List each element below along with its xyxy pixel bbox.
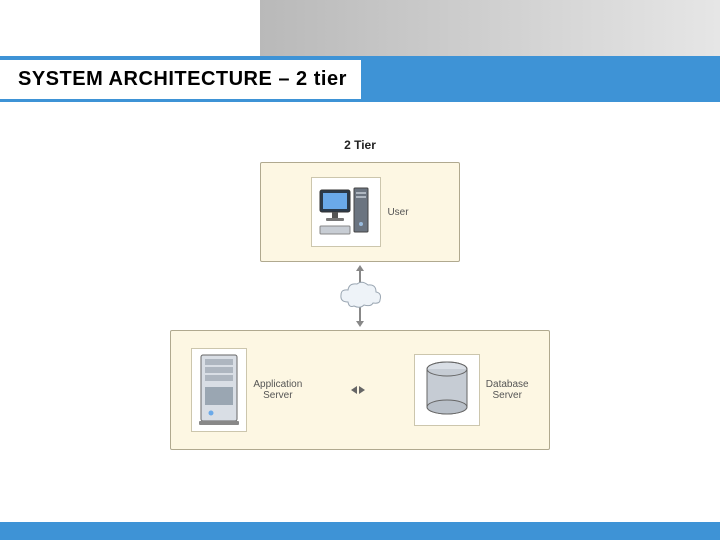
- db-server-group: Database Server: [414, 354, 529, 426]
- bottom-accent-bar: [0, 522, 720, 540]
- client-computer-icon: [311, 177, 381, 247]
- slide-title: SYSTEM ARCHITECTURE – 2 tier: [0, 60, 361, 99]
- top-gradient-bar: [260, 0, 720, 56]
- user-tier-box: User: [260, 162, 460, 262]
- arrow-down-icon: [356, 321, 364, 327]
- horizontal-connector: [351, 386, 365, 394]
- arrow-right-icon: [359, 386, 365, 394]
- app-server-label-line1: Application: [253, 379, 302, 390]
- app-server-group: Application Server: [191, 348, 302, 432]
- db-server-label-line1: Database: [486, 379, 529, 390]
- diagram-heading: 2 Tier: [0, 138, 720, 152]
- db-server-icon: [414, 354, 480, 426]
- app-server-icon: [191, 348, 247, 432]
- user-label: User: [387, 207, 408, 218]
- title-bar: SYSTEM ARCHITECTURE – 2 tier: [0, 56, 720, 102]
- app-server-label: Application Server: [253, 379, 302, 401]
- app-server-label-line2: Server: [263, 390, 292, 401]
- server-tier-box: Application Server Dat: [170, 330, 550, 450]
- cloud-icon: [338, 280, 382, 315]
- arrow-left-icon: [351, 386, 357, 394]
- db-server-label: Database Server: [486, 379, 529, 401]
- db-server-label-line2: Server: [492, 390, 521, 401]
- slide-page: SYSTEM ARCHITECTURE – 2 tier 2 Tier: [0, 0, 720, 540]
- diagram-area: 2 Tier: [0, 120, 720, 520]
- user-block: User: [311, 177, 408, 247]
